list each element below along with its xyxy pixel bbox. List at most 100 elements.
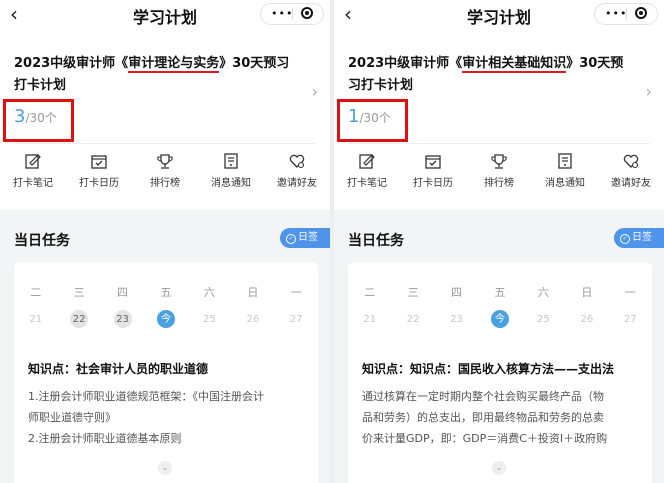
plan-title[interactable]: 2023中级审计师《审计理论与实务》30天预习打卡计划 <box>14 53 299 97</box>
daily-sign-button[interactable]: ✓ 日签 <box>280 228 330 248</box>
date-cell[interactable]: 23 <box>101 310 144 328</box>
weekday: 五 <box>160 286 172 299</box>
date-label: 26 <box>580 314 594 325</box>
weekday: 三 <box>73 286 85 299</box>
note-icon <box>359 154 375 169</box>
heart-gear-icon <box>623 154 639 169</box>
daily-sign-label: 日签 <box>298 232 318 243</box>
message-icon <box>224 153 238 169</box>
weekday: 二 <box>30 286 42 299</box>
mini-program-capsule: ••• <box>260 3 324 25</box>
daily-sign-label: 日签 <box>632 232 652 243</box>
date-label: 27 <box>623 314 637 325</box>
action-calendar[interactable]: 打卡日历 <box>403 152 463 194</box>
knowledge-point-title[interactable]: 知识点：知识点：国民收入核算方法——支出法 <box>362 360 652 377</box>
weekday: 六 <box>537 286 549 299</box>
knowledge-point-title[interactable]: 知识点：社会审计人员的职业道德 <box>28 360 318 377</box>
expand-chevron-icon[interactable]: ⌄ <box>158 461 172 475</box>
trophy-icon <box>157 154 173 169</box>
nav-bar: ‹ 学习计划 ••• <box>334 0 664 30</box>
action-label: 打卡日历 <box>79 178 119 189</box>
divider <box>14 143 316 144</box>
knowledge-point-body: 通过核算在一定时期内整个社会购买最终产品（物 品和劳务）的总支出，即用最终物品和… <box>362 386 642 449</box>
daily-sign-button[interactable]: ✓ 日签 <box>614 228 664 248</box>
close-target-icon[interactable] <box>635 7 647 19</box>
action-messages[interactable]: 消息通知 <box>201 152 261 194</box>
action-label: 打卡日历 <box>413 178 453 189</box>
kp-line: 2.注册会计师职业道德基本原则 <box>28 432 182 445</box>
nav-bar: ‹ 学习计划 ••• <box>0 0 330 30</box>
date-cell[interactable]: 22 <box>57 310 100 328</box>
date-cell[interactable]: 25 <box>188 310 231 328</box>
weekday: 日 <box>581 286 593 299</box>
action-ranking[interactable]: 排行榜 <box>469 152 529 194</box>
date-cell-today[interactable]: 今 <box>144 310 187 328</box>
close-target-icon[interactable] <box>301 7 313 19</box>
task-card: 二 三 四 五 六 日 一 21 22 23 今 25 26 27 知识点：知识… <box>348 262 652 483</box>
plan-title[interactable]: 2023中级审计师《审计相关基础知识》30天预习打卡计划 <box>348 53 633 97</box>
date-label: 今 <box>494 314 505 325</box>
date-label: 22 <box>72 314 86 325</box>
kp-line: 通过核算在一定时期内整个社会购买最终产品（物 <box>362 390 604 403</box>
action-label: 排行榜 <box>150 178 180 189</box>
date-label: 25 <box>537 314 550 325</box>
action-bar: 打卡笔记 打卡日历 排行榜 消息通知 邀请好友 <box>334 152 664 194</box>
kp-line: 品和劳务）的总支出，即用最终物品和劳务的总卖 <box>362 411 604 424</box>
knowledge-point-body: 1.注册会计师职业道德规范框架：《中国注册会计 师职业道德守则》 2.注册会计师… <box>28 386 308 449</box>
chevron-right-icon[interactable]: › <box>312 82 318 101</box>
date-cell[interactable]: 25 <box>522 310 565 328</box>
expand-chevron-icon[interactable]: ⌄ <box>492 461 506 475</box>
chevron-right-icon[interactable]: › <box>646 82 652 101</box>
action-calendar[interactable]: 打卡日历 <box>69 152 129 194</box>
capsule-divider <box>626 8 627 20</box>
date-label: 26 <box>246 314 260 325</box>
weekday: 四 <box>117 286 129 299</box>
date-label: 25 <box>203 314 216 325</box>
weekday: 日 <box>247 286 259 299</box>
capsule-divider <box>292 8 293 20</box>
action-note[interactable]: 打卡笔记 <box>3 152 63 194</box>
weekday-row: 二 三 四 五 六 日 一 <box>348 284 652 300</box>
date-cell[interactable]: 23 <box>435 310 478 328</box>
action-note[interactable]: 打卡笔记 <box>337 152 397 194</box>
date-cell[interactable]: 27 <box>609 310 652 328</box>
calendar-check-icon <box>425 155 441 169</box>
section-title: 当日任务 <box>14 233 70 249</box>
action-label: 邀请好友 <box>611 178 651 189</box>
divider <box>348 143 650 144</box>
weekday: 二 <box>364 286 376 299</box>
date-cell[interactable]: 27 <box>275 310 318 328</box>
kp-line: 师职业道德守则》 <box>28 411 116 424</box>
weekday: 一 <box>624 286 636 299</box>
date-cell[interactable]: 21 <box>14 310 57 328</box>
date-label: 21 <box>363 314 377 325</box>
date-cell[interactable]: 26 <box>231 310 274 328</box>
action-label: 排行榜 <box>484 178 514 189</box>
action-label: 打卡笔记 <box>13 178 53 189</box>
more-icon[interactable]: ••• <box>605 7 627 20</box>
date-cell[interactable]: 26 <box>565 310 608 328</box>
action-messages[interactable]: 消息通知 <box>535 152 595 194</box>
date-label: 23 <box>450 314 463 325</box>
highlight-box <box>3 99 74 142</box>
weekday: 三 <box>407 286 419 299</box>
kp-line: 价来计量GDP，即：GDP＝消费C＋投资I＋政府购 <box>362 432 608 445</box>
action-label: 消息通知 <box>545 178 585 189</box>
action-invite[interactable]: 邀请好友 <box>267 152 327 194</box>
weekday: 四 <box>451 286 463 299</box>
date-label: 22 <box>406 314 420 325</box>
date-cell-today[interactable]: 今 <box>478 310 521 328</box>
weekday: 六 <box>203 286 215 299</box>
plan-title-prefix: 2023中级审计师《 <box>14 56 129 71</box>
more-icon[interactable]: ••• <box>271 7 293 20</box>
weekday: 一 <box>290 286 302 299</box>
date-cell[interactable]: 21 <box>348 310 391 328</box>
task-card: 二 三 四 五 六 日 一 21 22 23 今 25 26 27 知识点：社会… <box>14 262 318 483</box>
calendar-check-icon <box>91 155 107 169</box>
action-invite[interactable]: 邀请好友 <box>601 152 661 194</box>
action-ranking[interactable]: 排行榜 <box>135 152 195 194</box>
plan-title-prefix: 2023中级审计师《 <box>348 56 463 71</box>
action-bar: 打卡笔记 打卡日历 排行榜 消息通知 邀请好友 <box>0 152 330 194</box>
highlight-box <box>337 99 408 142</box>
date-cell[interactable]: 22 <box>391 310 434 328</box>
